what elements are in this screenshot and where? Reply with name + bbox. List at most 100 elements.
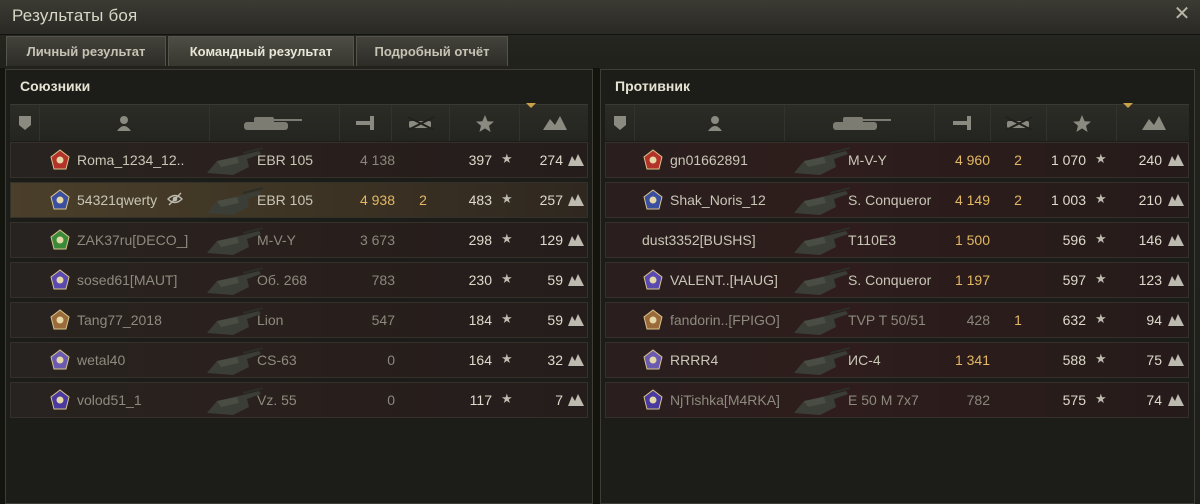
player-row[interactable]: Shak_Noris_12 S. Conqueror 4 149 2 1 003 ★ 210 [605,182,1189,218]
rank-icon [614,116,626,130]
sort-rank-column[interactable] [605,105,635,141]
sort-xp-column[interactable] [1047,105,1117,141]
player-row[interactable]: volod51_1 Vz. 55 0 117 ★ 7 [10,382,588,418]
player-name[interactable]: fandorin..[FPIGO] [670,312,780,328]
window-titlebar: Результаты боя ✕ [0,0,1200,35]
tank-image-icon [790,385,852,417]
player-name[interactable]: gn01662891 [670,152,748,168]
score-value: 59 [547,312,563,328]
vehicle-name: E 50 M 7x7 [848,392,919,408]
damage-icon [356,116,374,130]
player-row[interactable]: wetal40 CS-63 0 164 ★ 32 [10,342,588,378]
clan-badge-icon [642,349,664,371]
vehicle-name: S. Conqueror [848,272,932,288]
score-value: 240 [1138,152,1162,168]
player-name[interactable]: Roma_1234_12.. [77,152,184,168]
sort-player-column[interactable] [635,105,785,141]
score-icon [1168,313,1184,327]
tank-image-icon [203,385,265,417]
player-row[interactable]: Roma_1234_12.. EBR 105 4 138 397 ★ 274 [10,142,588,178]
allies-column-header [10,103,588,141]
xp-value: 397 [468,152,492,168]
player-name[interactable]: RRRR4 [670,352,718,368]
player-row[interactable]: ZAK37ru[DECO_] M-V-Y 3 673 298 ★ 129 [10,222,588,258]
xp-value: 575 [1062,392,1086,408]
panel-divider [593,68,600,504]
kills-icon [1005,116,1033,131]
kills-icon [407,116,435,131]
tank-image-icon [790,305,852,337]
damage-value: 4 938 [359,192,395,208]
score-value: 129 [539,232,563,248]
sort-damage-column[interactable] [935,105,991,141]
sort-score-column[interactable] [520,103,588,141]
player-name[interactable]: NjTishka[M4RKA] [670,392,780,408]
tab-detailed-report[interactable]: Подробный отчёт [356,36,508,66]
player-row[interactable]: 54321qwerty EBR 105 4 938 2 483 ★ 257 [10,182,588,218]
sort-damage-column[interactable] [340,105,392,141]
score-icon [1168,233,1184,247]
sort-kills-column[interactable] [991,105,1047,141]
sort-player-column[interactable] [40,105,210,141]
xp-star-icon: ★ [501,311,513,326]
tank-image-icon [790,225,852,257]
sort-vehicle-column[interactable] [210,105,340,141]
xp-star-icon: ★ [501,231,513,246]
clan-badge-icon [49,269,71,291]
score-value: 123 [1138,272,1162,288]
xp-star-icon [476,115,494,132]
clan-badge-icon [49,149,71,171]
vehicle-name: Vz. 55 [257,392,297,408]
player-row[interactable]: gn01662891 M-V-Y 4 960 2 1 070 ★ 240 [605,142,1189,178]
player-row[interactable]: fandorin..[FPIGO] TVP T 50/51 428 1 632 ★ 94 [605,302,1189,338]
xp-star-icon: ★ [1095,351,1107,366]
close-icon[interactable]: ✕ [1172,4,1192,24]
player-row[interactable]: RRRR4 ИС-4 1 341 588 ★ 75 [605,342,1189,378]
player-name[interactable]: 54321qwerty [77,192,157,208]
tab-personal-result[interactable]: Личный результат [6,36,166,66]
sort-vehicle-column[interactable] [785,105,935,141]
score-icon [1168,273,1184,287]
score-value: 59 [547,272,563,288]
sort-rank-column[interactable] [10,105,40,141]
xp-value: 596 [1062,232,1086,248]
vehicle-name: M-V-Y [257,232,296,248]
xp-value: 230 [468,272,492,288]
player-row[interactable]: dust3352[BUSHS] T110E3 1 500 596 ★ 146 [605,222,1189,258]
player-name[interactable]: VALENT..[HAUG] [670,272,778,288]
player-name[interactable]: Tang77_2018 [77,312,162,328]
score-icon [568,313,584,327]
player-name[interactable]: Shak_Noris_12 [670,192,766,208]
player-row[interactable]: Tang77_2018 Lion 547 184 ★ 59 [10,302,588,338]
xp-star-icon: ★ [1095,151,1107,166]
clan-badge-icon [49,349,71,371]
enemies-title: Противник [615,78,690,94]
player-name[interactable]: wetal40 [77,352,125,368]
player-name[interactable]: dust3352[BUSHS] [642,232,756,248]
vehicle-name: TVP T 50/51 [848,312,926,328]
player-row[interactable]: VALENT..[HAUG] S. Conqueror 1 197 597 ★ 123 [605,262,1189,298]
vehicle-name: EBR 105 [257,192,314,208]
sort-xp-column[interactable] [450,105,520,141]
xp-value: 588 [1062,352,1086,368]
sort-score-column[interactable] [1117,103,1189,141]
clan-badge-icon [642,149,664,171]
xp-star-icon: ★ [501,391,513,406]
sort-kills-column[interactable] [392,105,450,141]
xp-value: 483 [468,192,492,208]
tank-image-icon [203,225,265,257]
damage-value: 1 341 [954,352,990,368]
player-row[interactable]: NjTishka[M4RKA] E 50 M 7x7 782 575 ★ 74 [605,382,1189,418]
score-icon [1168,193,1184,207]
player-name[interactable]: ZAK37ru[DECO_] [77,232,188,248]
player-name[interactable]: volod51_1 [77,392,142,408]
xp-star-icon: ★ [501,191,513,206]
damage-value: 783 [371,272,395,288]
clan-badge-icon [642,389,664,411]
xp-star-icon: ★ [1095,391,1107,406]
damage-value: 1 197 [954,272,990,288]
tab-team-result[interactable]: Командный результат [168,36,354,66]
player-name[interactable]: sosed61[MAUT] [77,272,177,288]
xp-value: 1 070 [1050,152,1086,168]
player-row[interactable]: sosed61[MAUT] Об. 268 783 230 ★ 59 [10,262,588,298]
